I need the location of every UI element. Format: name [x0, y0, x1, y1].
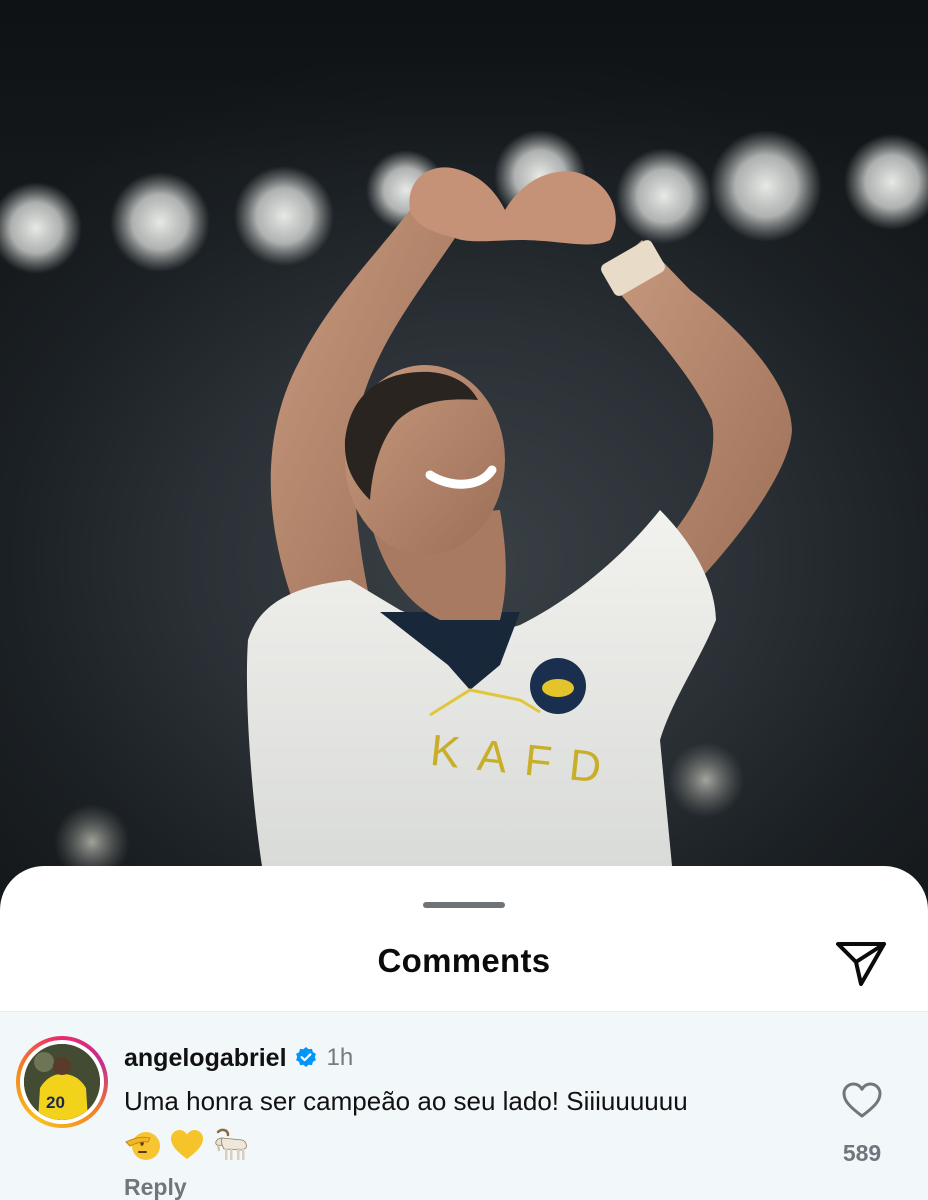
verified-badge-icon — [294, 1046, 318, 1070]
photo-illustration: KAFD — [0, 0, 928, 880]
avatar-image: 20 — [24, 1044, 100, 1120]
avatar-jersey-number: 20 — [46, 1093, 65, 1112]
saluting-face-icon — [125, 1132, 160, 1160]
avatar: 20 — [24, 1044, 100, 1120]
comment-body: Uma honra ser campeão ao seu lado! Siiiu… — [124, 1086, 688, 1116]
drag-handle[interactable] — [423, 902, 505, 908]
reply-button[interactable]: Reply — [124, 1174, 187, 1200]
heart-outline-icon — [842, 1082, 882, 1118]
comments-sheet: Comments 20 angelogabriel 1h Uma honra s… — [0, 866, 928, 1200]
comment-header: angelogabriel 1h — [124, 1042, 353, 1074]
like-button[interactable] — [840, 1080, 884, 1120]
comment-item: 20 angelogabriel 1h Uma honra ser campeã… — [0, 1012, 928, 1200]
share-button[interactable] — [832, 932, 890, 990]
post-photo: KAFD — [0, 0, 928, 900]
comment-timestamp: 1h — [326, 1044, 354, 1071]
yellow-heart-icon — [171, 1130, 203, 1159]
comments-screen: KAFD Comments 20 angelogabriel 1h Uma ho… — [0, 0, 928, 1200]
paper-plane-icon — [836, 942, 886, 986]
comment-emojis — [124, 1126, 252, 1164]
comment-username[interactable]: angelogabriel — [124, 1044, 287, 1073]
sheet-title: Comments — [377, 942, 551, 979]
goat-icon — [215, 1128, 247, 1160]
avatar-story-ring[interactable]: 20 — [16, 1036, 108, 1128]
like-count: 589 — [842, 1140, 882, 1166]
